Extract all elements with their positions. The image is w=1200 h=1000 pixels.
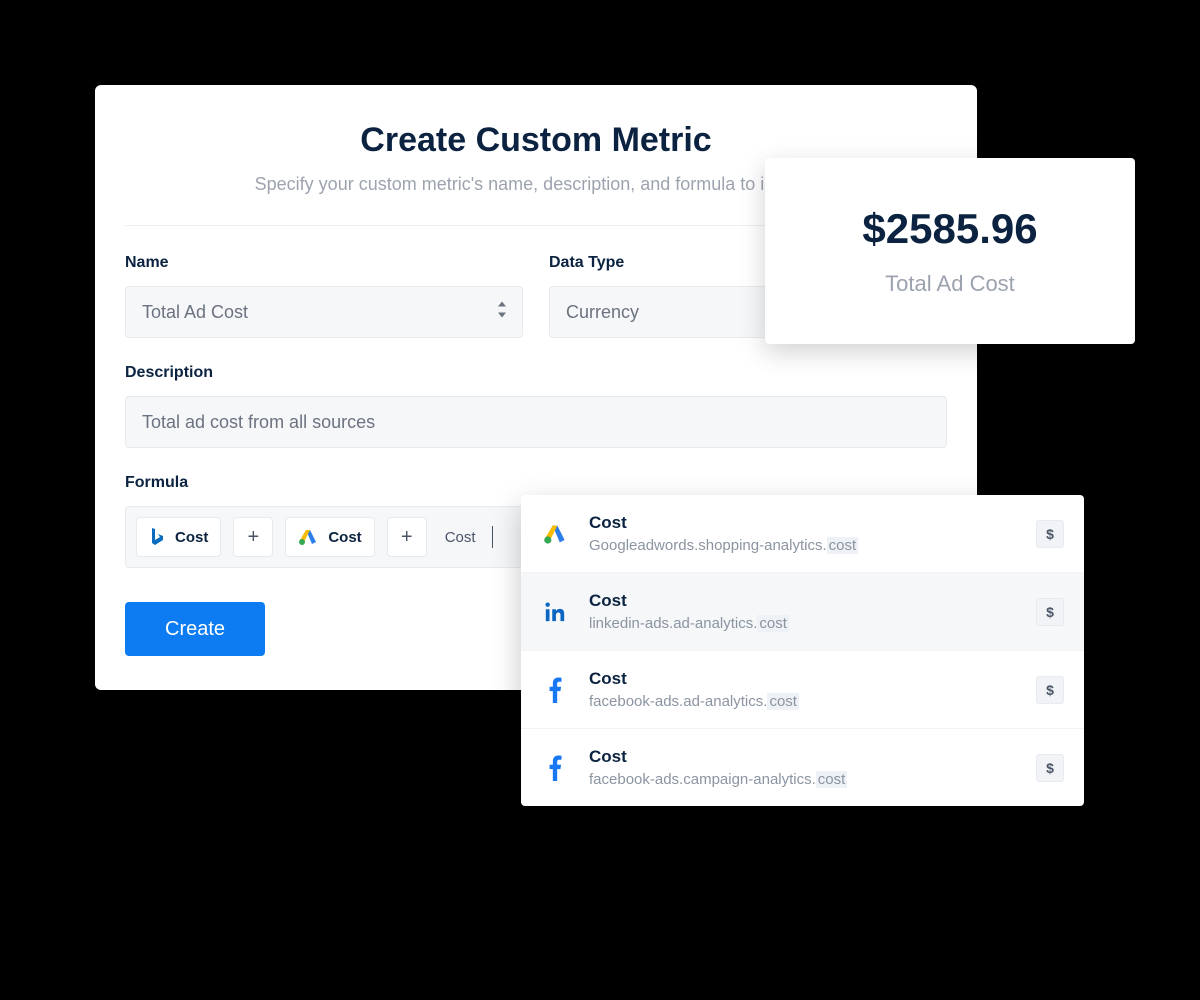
- formula-label: Formula: [125, 474, 947, 492]
- dropdown-item-path: linkedin-ads.ad-analytics.cost: [589, 615, 1016, 632]
- bing-icon: [149, 527, 165, 547]
- modal-title: Create Custom Metric: [125, 121, 947, 160]
- name-label: Name: [125, 254, 523, 272]
- description-input[interactable]: Total ad cost from all sources: [125, 396, 947, 448]
- formula-op-plus[interactable]: +: [233, 517, 273, 557]
- linkedin-icon: [541, 601, 569, 623]
- dropdown-item-path: facebook-ads.campaign-analytics.cost: [589, 771, 1016, 788]
- dropdown-item-title: Cost: [589, 591, 1016, 611]
- facebook-icon: [541, 755, 569, 781]
- currency-badge: $: [1036, 520, 1064, 548]
- google-ads-icon: [541, 523, 569, 545]
- formula-token-label: Cost: [175, 529, 208, 546]
- name-input[interactable]: Total Ad Cost: [125, 286, 523, 338]
- dropdown-item-path: Googleadwords.shopping-analytics.cost: [589, 537, 1016, 554]
- dropdown-item-title: Cost: [589, 747, 1016, 767]
- stepper-icon[interactable]: [496, 301, 508, 324]
- metric-dropdown: Cost Googleadwords.shopping-analytics.co…: [521, 495, 1084, 806]
- formula-token-googleads[interactable]: Cost: [285, 517, 374, 557]
- create-button[interactable]: Create: [125, 602, 265, 656]
- facebook-icon: [541, 677, 569, 703]
- formula-token-bing[interactable]: Cost: [136, 517, 221, 557]
- dropdown-item-googleads[interactable]: Cost Googleadwords.shopping-analytics.co…: [521, 495, 1084, 573]
- dropdown-item-linkedin[interactable]: Cost linkedin-ads.ad-analytics.cost $: [521, 573, 1084, 651]
- name-value: Total Ad Cost: [142, 302, 248, 323]
- formula-token-label: Cost: [328, 529, 361, 546]
- dropdown-item-facebook-ad[interactable]: Cost facebook-ads.ad-analytics.cost $: [521, 651, 1084, 729]
- name-field: Name Total Ad Cost: [125, 254, 523, 338]
- formula-op-plus[interactable]: +: [387, 517, 427, 557]
- currency-badge: $: [1036, 598, 1064, 626]
- result-value: $2585.96: [862, 205, 1037, 253]
- google-ads-icon: [298, 528, 318, 546]
- description-label: Description: [125, 364, 947, 382]
- dropdown-item-title: Cost: [589, 513, 1016, 533]
- dropdown-item-facebook-campaign[interactable]: Cost facebook-ads.campaign-analytics.cos…: [521, 729, 1084, 806]
- result-label: Total Ad Cost: [885, 271, 1015, 297]
- result-card: $2585.96 Total Ad Cost: [765, 158, 1135, 344]
- description-value: Total ad cost from all sources: [142, 412, 375, 433]
- description-field: Description Total ad cost from all sourc…: [125, 364, 947, 448]
- formula-typed-text: Cost: [439, 529, 476, 546]
- text-cursor: [492, 526, 493, 548]
- dropdown-item-path: facebook-ads.ad-analytics.cost: [589, 693, 1016, 710]
- currency-badge: $: [1036, 676, 1064, 704]
- currency-badge: $: [1036, 754, 1064, 782]
- dropdown-item-title: Cost: [589, 669, 1016, 689]
- datatype-value: Currency: [566, 302, 639, 323]
